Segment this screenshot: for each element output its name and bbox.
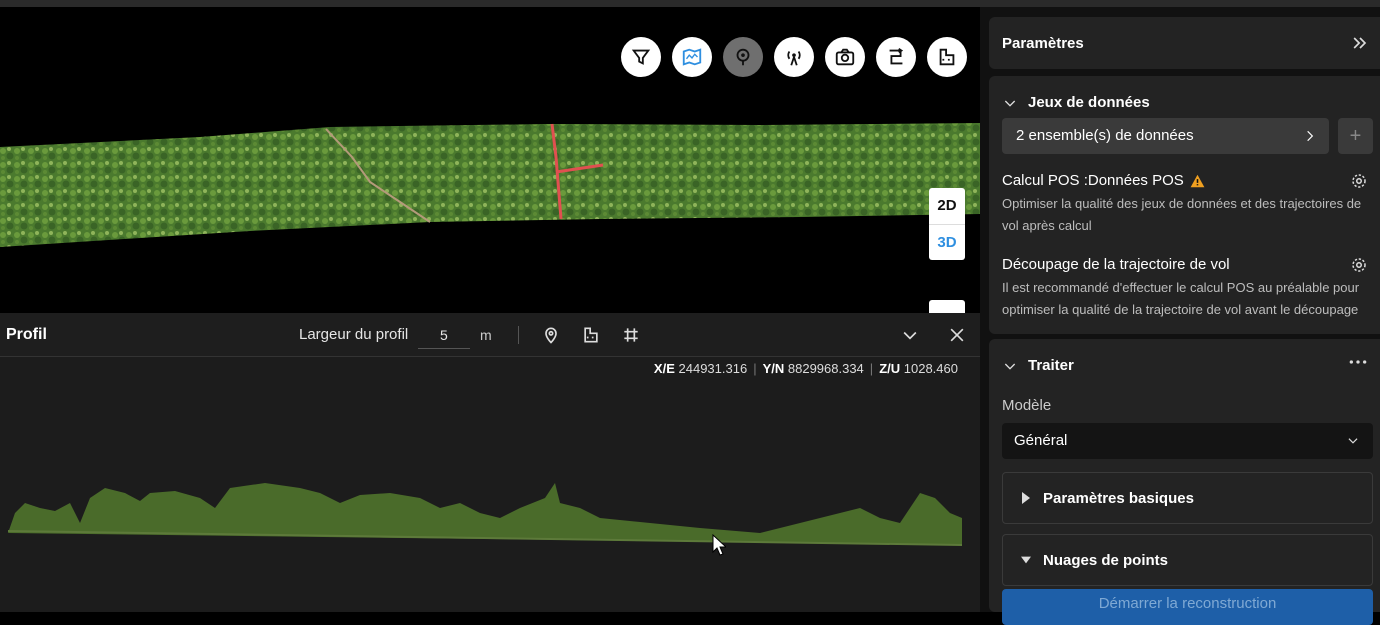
pos-calc-label: Calcul POS :Données POS — [1002, 172, 1184, 189]
model-select[interactable]: Général — [1002, 423, 1373, 459]
map-viewport[interactable]: 2D 3D — [0, 7, 980, 313]
mode-3d-button[interactable]: 3D — [929, 223, 965, 261]
location-pin-icon — [736, 48, 750, 66]
model-label: Modèle — [1002, 397, 1052, 414]
profile-header: Profil Largeur du profil m — [0, 313, 980, 357]
profile-title: Profil — [6, 326, 47, 343]
view-mode-toggle: 2D 3D — [929, 188, 965, 260]
building-icon — [939, 48, 955, 66]
map-layer-icon — [682, 48, 702, 66]
flight-cut-description: Il est recommandé d'effectuer le calcul … — [1002, 280, 1360, 317]
point-clouds-accordion[interactable]: Nuages de points — [1002, 534, 1373, 586]
profile-panel: Profil Largeur du profil m X/E 244931.31… — [0, 313, 980, 612]
more-options-icon[interactable] — [1348, 357, 1368, 367]
double-chevron-right-icon[interactable] — [1350, 33, 1370, 53]
route-button[interactable] — [876, 37, 916, 77]
building-button[interactable] — [927, 37, 967, 77]
flight-cut-label: Découpage de la trajectoire de vol — [1002, 256, 1230, 273]
zu-label: Z/U — [879, 361, 901, 376]
camera-icon — [835, 48, 855, 66]
chevron-down-icon — [1004, 100, 1016, 107]
antenna-button[interactable] — [774, 37, 814, 77]
datasets-title: Jeux de données — [1028, 94, 1150, 111]
coordinate-readout: X/E 244931.316 | Y/N 8829968.334 | Z/U 1028.… — [653, 361, 958, 376]
flight-cut-gear-icon[interactable] — [1350, 256, 1368, 274]
top-bar — [0, 0, 1380, 7]
chevron-right-icon — [1307, 130, 1314, 142]
filter-icon — [631, 49, 651, 65]
close-icon[interactable] — [947, 325, 967, 345]
mouse-cursor-icon — [712, 534, 726, 556]
chevron-down-icon — [1004, 363, 1016, 370]
model-value: Général — [1014, 432, 1068, 449]
chevron-down-icon[interactable] — [900, 325, 920, 345]
datasets-count: 2 ensemble(s) de données — [1016, 127, 1194, 144]
grid-icon[interactable] — [621, 325, 641, 345]
xe-value: 244931.316 — [678, 361, 748, 376]
datasets-header[interactable]: Jeux de données — [1002, 94, 1150, 111]
pos-calc-title: Calcul POS :Données POS — [1002, 172, 1205, 189]
location-pin-button[interactable] — [723, 37, 763, 77]
caret-down-icon — [1021, 556, 1031, 564]
antenna-icon — [787, 50, 801, 66]
viewport-toolbar — [621, 37, 967, 77]
caret-right-icon — [1022, 492, 1030, 504]
zu-value: 1028.460 — [903, 361, 958, 376]
yn-label: Y/N — [762, 361, 785, 376]
point-clouds-label: Nuages de points — [1043, 552, 1169, 569]
start-reconstruction-button[interactable]: Démarrer la reconstruction — [1002, 589, 1373, 625]
mode-2d-button[interactable]: 2D — [929, 188, 965, 224]
plus-icon: + — [1349, 124, 1362, 147]
location-pin-icon[interactable] — [541, 325, 561, 345]
parameters-title: Paramètres — [1002, 35, 1084, 52]
datasets-button[interactable]: 2 ensemble(s) de données — [1002, 118, 1329, 154]
viewport-control-button[interactable] — [929, 300, 965, 313]
profile-width-label: Largeur du profil — [299, 326, 409, 343]
pos-calc-description: Optimiser la qualité des jeux de données… — [1002, 196, 1362, 233]
route-icon — [889, 47, 904, 65]
divider — [518, 326, 519, 344]
xe-label: X/E — [653, 361, 675, 376]
process-section: Traiter Modèle Général Paramètres basiqu… — [989, 339, 1380, 625]
add-dataset-button[interactable]: + — [1338, 118, 1373, 154]
process-title: Traiter — [1028, 357, 1074, 374]
warning-icon — [1190, 174, 1205, 187]
camera-button[interactable] — [825, 37, 865, 77]
basic-params-accordion[interactable]: Paramètres basiques — [1002, 472, 1373, 524]
profile-width-input[interactable] — [418, 321, 470, 349]
pos-settings-gear-icon[interactable] — [1350, 172, 1368, 190]
parameters-header: Paramètres — [989, 17, 1380, 69]
profile-point-cloud — [7, 483, 963, 546]
datasets-section: Jeux de données 2 ensemble(s) de données… — [989, 76, 1380, 334]
process-header[interactable]: Traiter — [1002, 357, 1074, 374]
flight-cut-title: Découpage de la trajectoire de vol — [1002, 256, 1230, 273]
settings-sidebar: Paramètres Jeux de données 2 ensemble(s)… — [980, 7, 1380, 625]
yn-value: 8829968.334 — [787, 361, 864, 376]
chevron-down-icon — [1348, 438, 1358, 444]
profile-width-unit: m — [480, 327, 492, 343]
map-layer-button[interactable] — [672, 37, 712, 77]
basic-params-label: Paramètres basiques — [1043, 490, 1194, 507]
filter-button[interactable] — [621, 37, 661, 77]
building-icon[interactable] — [581, 325, 601, 345]
